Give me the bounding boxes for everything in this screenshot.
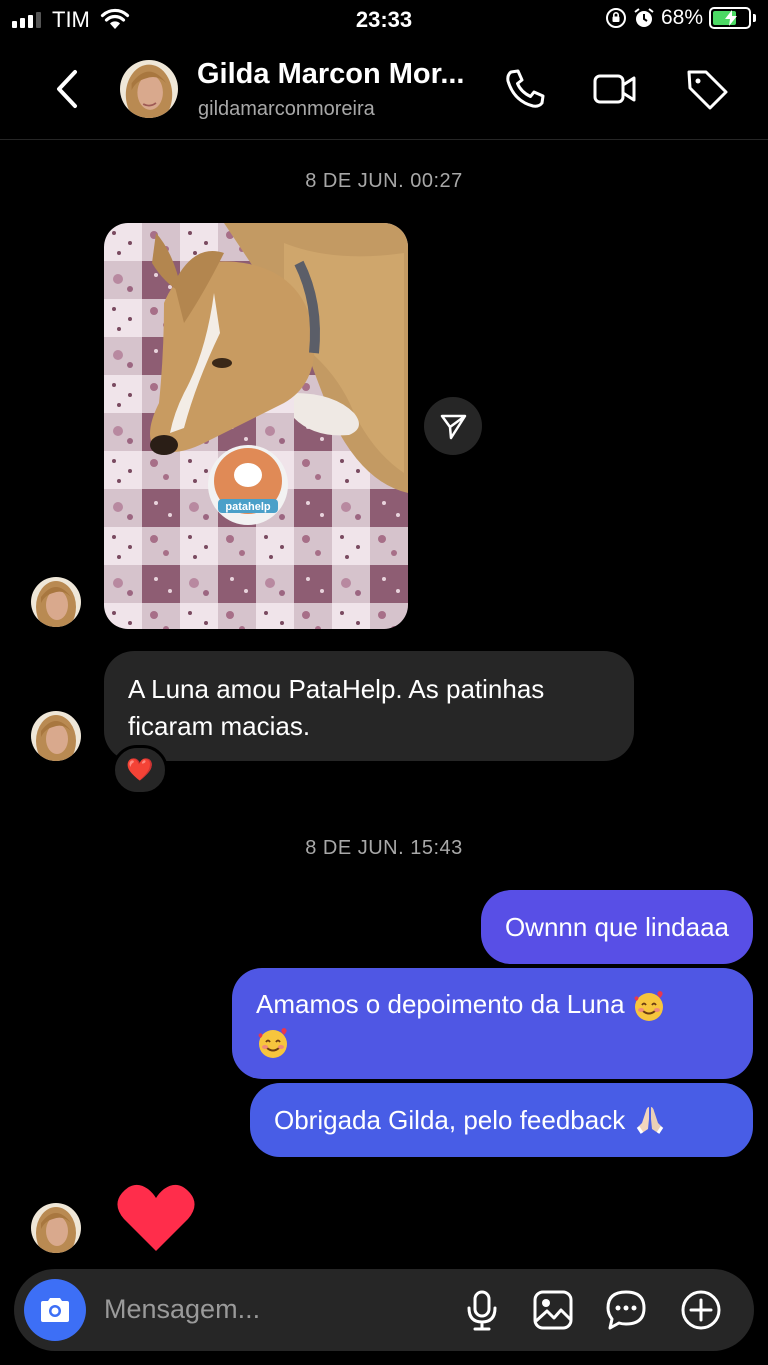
message-timestamp: 8 DE JUN. 15:43 [305,837,463,859]
message-text: Ownnn que lindaaa [504,911,729,942]
orientation-lock-icon [605,8,626,28]
outgoing-message[interactable]: Amamos o depoimento da Luna [232,968,753,1079]
sticker-message-icon[interactable] [604,1288,648,1332]
sender-avatar[interactable] [31,711,81,761]
smiling-face-with-hearts-icon [634,991,663,1022]
message-text: Obrigada Gilda, pelo feedback [274,1104,626,1135]
reaction-emoji: ❤️ [126,757,154,782]
add-icon[interactable] [679,1288,723,1332]
sender-avatar[interactable] [31,577,81,627]
phone-call-icon[interactable] [502,66,548,112]
back-chevron-icon[interactable] [48,64,88,114]
outgoing-message[interactable]: Obrigada Gilda, pelo feedback [250,1083,753,1157]
incoming-message[interactable]: A Luna amou PataHelp. As patinhas ficara… [104,651,634,761]
message-composer [14,1269,754,1351]
microphone-icon[interactable] [460,1288,504,1332]
battery-icon [709,7,751,29]
smiling-face-with-hearts-icon [258,1028,287,1059]
message-timestamp: 8 DE JUN. 00:27 [305,170,463,192]
outgoing-message[interactable]: Ownnn que lindaaa [480,890,753,964]
sender-avatar[interactable] [31,1203,81,1253]
conversation-header: Gilda Marcon Mor... gildamarconmoreira [0,40,768,140]
message-line: ficaram macias. [128,711,311,741]
heart-reaction[interactable]: ❤️ [112,745,168,795]
message-input[interactable] [104,1289,444,1329]
dog-photo-message[interactable]: patahelp [104,223,408,629]
alarm-icon [634,8,654,27]
video-call-icon[interactable] [592,66,638,112]
contact-avatar[interactable] [120,60,178,118]
battery-tip [753,14,756,22]
gallery-icon[interactable] [531,1288,575,1332]
heart-icon[interactable] [116,1183,196,1253]
contact-name[interactable]: Gilda Marcon Mor... [197,58,465,91]
folded-hands-icon [636,1107,664,1134]
camera-button[interactable] [24,1279,86,1341]
contact-username[interactable]: gildamarconmoreira [198,98,375,121]
message-text: Amamos o depoimento da Luna [256,989,625,1019]
camera-icon [41,1298,69,1322]
send-icon [440,414,467,440]
tag-icon[interactable] [684,66,730,112]
product-label: patahelp [225,501,271,513]
message-line: A Luna amou PataHelp. As patinhas [128,674,545,704]
share-button[interactable] [424,397,482,455]
battery-percentage: 68% [660,6,703,29]
status-bar: TIM 23:33 68% [0,0,768,40]
